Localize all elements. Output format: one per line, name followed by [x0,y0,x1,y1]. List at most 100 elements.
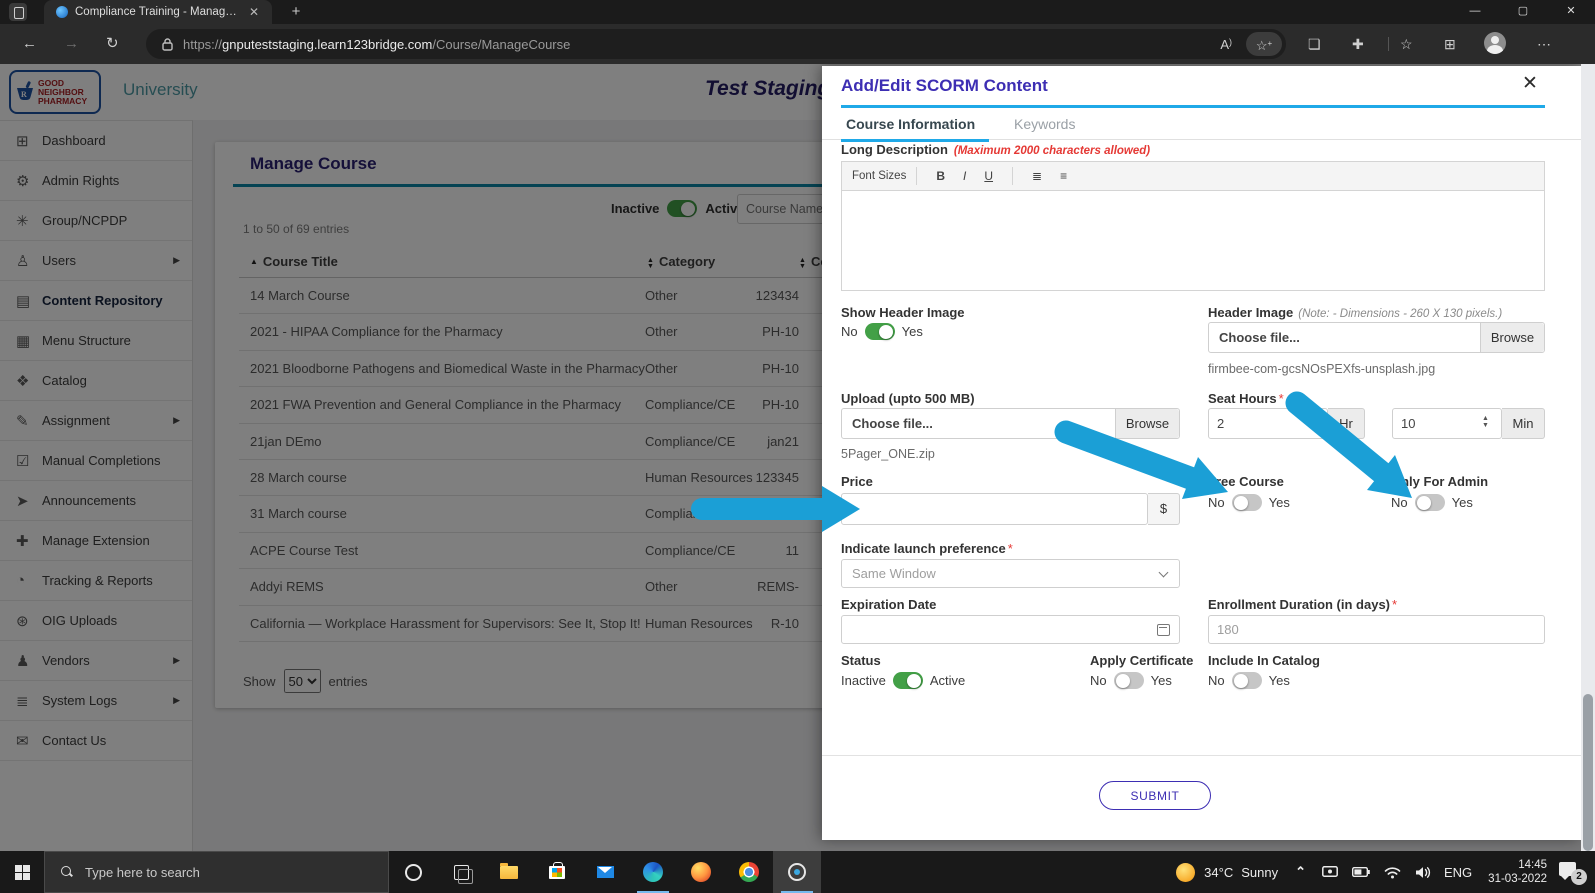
taskbar-search[interactable]: Type here to search [44,851,389,893]
window-minimize-button[interactable]: — [1451,0,1499,24]
upload-file-input[interactable]: Choose file... Browse [841,408,1180,439]
add-favorite-icon[interactable] [1246,32,1282,56]
url-path: /Course/ManageCourse [432,36,571,52]
yes-label: Yes [1150,673,1172,688]
numbered-list-icon[interactable] [1032,169,1042,183]
modal-close-icon[interactable]: ✕ [1522,72,1538,95]
cortana-button[interactable] [389,851,437,893]
modal-tabs: Course Information Keywords [822,112,1581,142]
clock[interactable]: 14:45 31-03-2022 [1488,858,1547,886]
browser-toolbar: ← → ↻ https://gnputeststaging.learn123br… [0,24,1595,64]
include-in-catalog-toggle[interactable] [1231,672,1262,689]
inactive-label: Inactive [841,673,886,688]
yes-label: Yes [1268,495,1290,510]
header-image-browse-button[interactable]: Browse [1480,323,1544,352]
upload-browse-button[interactable]: Browse [1115,409,1179,438]
browser-essentials-icon[interactable]: ❏ [1308,36,1321,53]
italic-button[interactable]: I [963,169,966,183]
collections-icon[interactable]: ⊞ [1444,36,1456,53]
screen: Compliance Training - Manage C ✕ + — ▢ ✕… [0,0,1595,893]
seat-hours-hr-input[interactable] [1208,408,1328,439]
price-input[interactable] [841,493,1148,525]
weather-condition[interactable]: Sunny [1241,865,1278,880]
apply-certificate-toggle[interactable] [1113,672,1144,689]
microsoft-store-button[interactable] [533,851,581,893]
file-explorer-button[interactable] [485,851,533,893]
notification-badge: 2 [1571,869,1587,885]
only-for-admin-toggle[interactable] [1414,494,1445,511]
weather-temp[interactable]: 34°C [1204,865,1233,880]
tab-keywords[interactable]: Keywords [1014,116,1075,132]
address-bar[interactable]: https://gnputeststaging.learn123bridge.c… [146,29,1286,59]
calendar-icon[interactable] [1157,624,1170,636]
enrollment-duration-input[interactable] [1208,615,1545,644]
favorites-bar-icon[interactable]: ☆ [1400,36,1413,53]
task-view-button[interactable] [437,851,485,893]
extensions-puzzle-icon[interactable]: ✚ [1352,36,1364,53]
mail-icon [596,866,614,878]
battery-icon[interactable] [1352,867,1370,877]
task-view-icon [453,864,473,884]
back-icon[interactable]: ← [22,34,37,54]
upload-filename: 5Pager_ONE.zip [841,447,935,461]
status-label: Status [841,653,881,668]
windows-logo-icon [14,864,30,880]
show-header-image-toggle[interactable] [864,323,895,340]
url-domain: gnputeststaging.learn123bridge.com [222,36,433,52]
start-button[interactable] [0,851,44,893]
workspace-icon[interactable] [9,3,27,21]
tab-close-icon[interactable]: ✕ [249,5,259,19]
hr-suffix: Hr [1328,408,1365,439]
weather-sun-icon[interactable] [1176,862,1196,882]
site-favicon [56,6,68,18]
tab-course-information[interactable]: Course Information [840,116,990,142]
volume-icon[interactable] [1415,866,1431,879]
yes-label: Yes [1451,495,1473,510]
read-aloud-icon[interactable] [1220,37,1232,52]
profile-avatar[interactable] [1484,32,1506,54]
notification-center-button[interactable]: 2 [1557,859,1587,885]
forward-icon[interactable]: → [64,34,79,54]
header-image-file-input[interactable]: Choose file... Browse [1208,322,1545,353]
launch-preference-select[interactable]: Same Window [841,559,1180,588]
free-course-toggle[interactable] [1231,494,1262,511]
chevron-down-icon [1158,567,1169,578]
submit-button[interactable]: SUBMIT [1099,781,1211,810]
underline-button[interactable]: U [984,169,993,183]
long-description-editor[interactable] [841,191,1545,291]
browser-tab[interactable]: Compliance Training - Manage C ✕ [44,0,272,24]
bold-button[interactable]: B [936,169,945,183]
date: 31-03-2022 [1488,873,1547,885]
edge-button[interactable] [629,851,677,893]
firefox-button[interactable] [677,851,725,893]
apply-certificate-label: Apply Certificate [1090,653,1194,668]
tray-expand-icon[interactable]: ⌃ [1295,864,1306,880]
reload-icon[interactable]: ↻ [106,34,119,54]
status-toggle[interactable] [892,672,923,689]
active-label: Active [929,673,966,688]
window-maximize-button[interactable]: ▢ [1499,0,1547,24]
window-close-button[interactable]: ✕ [1547,0,1595,24]
seat-hours-label: Seat Hours * [1208,391,1284,406]
scrollbar-thumb[interactable] [1583,694,1593,851]
only-for-admin-label: Only For Admin [1391,474,1489,489]
recorder-app-button[interactable] [773,851,821,893]
edge-icon [643,862,663,882]
modal-footer-rule [822,755,1581,756]
search-placeholder: Type here to search [85,864,200,880]
browser-scrollbar[interactable] [1581,64,1595,851]
mail-button[interactable] [581,851,629,893]
chrome-button[interactable] [725,851,773,893]
font-sizes-dropdown[interactable]: Font Sizes [852,170,906,182]
new-tab-button[interactable]: + [286,2,306,22]
url-scheme: https:// [183,36,223,52]
expiration-date-input[interactable] [841,615,1180,644]
more-menu-icon[interactable]: ⋯ [1537,36,1551,53]
bullet-list-icon[interactable] [1060,169,1067,183]
firefox-icon [691,862,711,882]
wifi-icon[interactable] [1384,866,1401,879]
min-stepper-icon[interactable] [1482,415,1489,429]
meet-now-icon[interactable] [1322,865,1338,879]
language-indicator[interactable]: ENG [1444,865,1472,880]
recorder-icon [788,863,806,881]
